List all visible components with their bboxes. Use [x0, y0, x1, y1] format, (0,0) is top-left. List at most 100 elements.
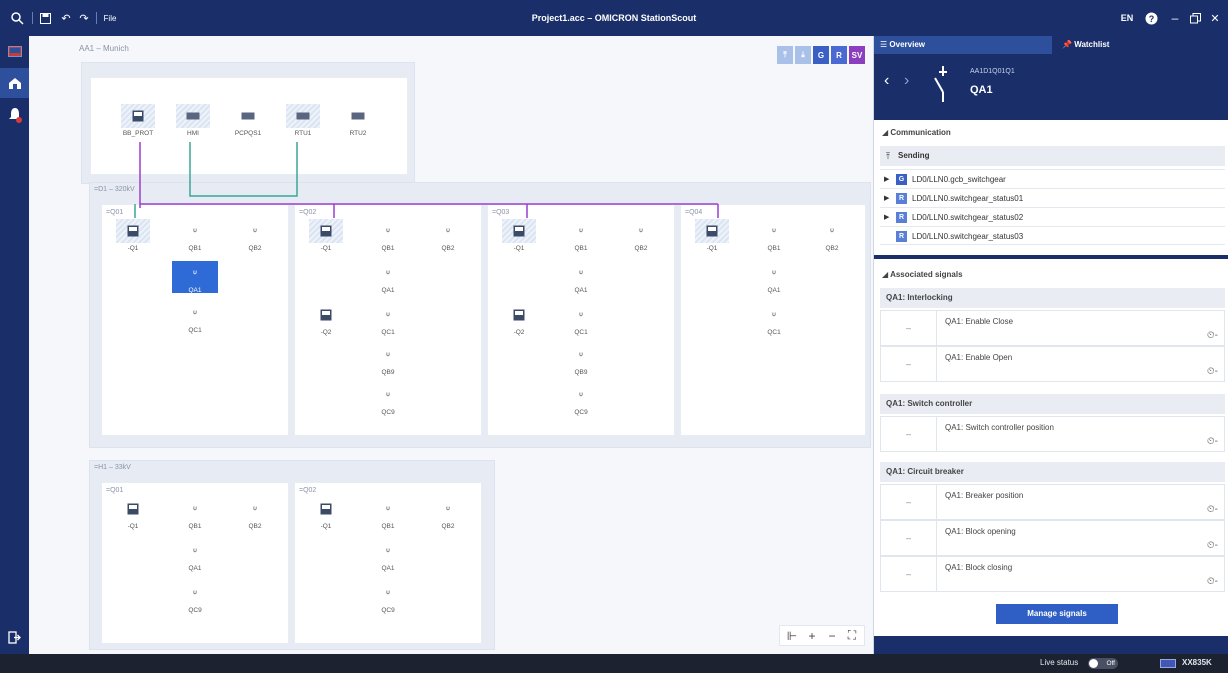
expand-icon[interactable]: ▶ — [884, 189, 889, 208]
communication-section-toggle[interactable]: ◢ Communication — [882, 128, 951, 137]
send-item-name: LD0/LLN0.switchgear_status01 — [912, 194, 1024, 203]
ied-q1[interactable]: -Q1 — [309, 219, 343, 252]
device-rtu1[interactable]: RTU1 — [286, 104, 320, 137]
expand-icon[interactable]: ▶ — [884, 170, 889, 189]
manage-signals-button[interactable]: Manage signals — [996, 604, 1118, 624]
fit-width-icon[interactable]: ⊩ — [784, 629, 800, 643]
category-header: QA1: Circuit breaker — [880, 462, 1225, 482]
clock-icon[interactable]: ⏲- — [1207, 540, 1218, 551]
switch-qb1[interactable]: ⍦ QB1 — [178, 497, 212, 530]
switch-qb1[interactable]: ⍦ QB1 — [757, 219, 791, 252]
tab-watchlist[interactable]: 📌 Watchlist — [1052, 36, 1228, 54]
signal-row[interactable]: – QA1: Enable Close ⏲- — [880, 310, 1225, 346]
ied-q1[interactable]: -Q1 — [502, 219, 536, 252]
expand-icon[interactable]: ▶ — [884, 208, 889, 227]
device-hmi[interactable]: HMI — [176, 104, 210, 137]
switch-qb2[interactable]: ⍦ QB2 — [238, 497, 272, 530]
signal-row[interactable]: – QA1: Block opening ⏲- — [880, 520, 1225, 556]
earthing-switch-icon: ⍦ — [772, 311, 776, 318]
undo-icon[interactable]: ↶ — [58, 0, 74, 36]
clock-icon[interactable]: ⏲- — [1207, 436, 1218, 447]
zoom-out-button[interactable]: − — [824, 629, 840, 643]
file-menu[interactable]: File — [100, 0, 120, 36]
sampled-values-filter-button[interactable]: SV — [849, 46, 865, 64]
signal-row[interactable]: – QA1: Switch controller position ⏲- — [880, 416, 1225, 452]
switch-qa1[interactable]: ⍦ QA1 — [757, 261, 791, 294]
switch-qa1-selected[interactable]: ⍦ QA1 — [172, 261, 218, 294]
forward-icon[interactable]: › — [904, 72, 909, 90]
logout-icon[interactable] — [0, 622, 29, 652]
switch-qb9[interactable]: ⍦ QB9 — [371, 343, 405, 376]
back-icon[interactable]: ‹ — [884, 72, 889, 90]
tab-overview[interactable]: ☰ Overview — [874, 36, 1052, 54]
switch-qb1[interactable]: ⍦ QB1 — [178, 219, 212, 252]
device-view-icon[interactable] — [0, 36, 29, 66]
switch-qb9[interactable]: ⍦ QB9 — [564, 343, 598, 376]
switch-qa1[interactable]: ⍦ QA1 — [564, 261, 598, 294]
title-bar: Project1.acc – OMICRON StationScout ↶ ↷ … — [0, 0, 1228, 36]
app-logo-icon[interactable] — [6, 0, 28, 36]
switch-qb2[interactable]: ⍦ QB2 — [624, 219, 658, 252]
switch-qb1[interactable]: ⍦ QB1 — [564, 219, 598, 252]
switch-qc9[interactable]: ⍦ QC9 — [371, 581, 405, 614]
fit-screen-icon[interactable]: ⛶ — [844, 628, 860, 643]
notification-bell-icon[interactable] — [0, 100, 29, 130]
ied-q1[interactable]: -Q1 — [116, 497, 150, 530]
close-icon[interactable]: ✕ — [1206, 0, 1224, 36]
switch-qb2[interactable]: ⍦ QB2 — [431, 497, 465, 530]
switch-qc9[interactable]: ⍦ QC9 — [371, 383, 405, 416]
import-icon[interactable]: ⤓ — [795, 46, 811, 64]
zoom-in-button[interactable]: + — [804, 629, 820, 643]
switch-qa1[interactable]: ⍦ QA1 — [371, 261, 405, 294]
send-item[interactable]: ▶ R LD0/LLN0.switchgear_status01 — [880, 188, 1225, 207]
device-label: -Q2 — [513, 329, 525, 336]
ied-q1[interactable]: -Q1 — [309, 497, 343, 530]
single-line-diagram-canvas[interactable]: AA1 – Munich ⤒ ⤓ G R SV BB_PROT HMI PCPQ… — [29, 36, 873, 654]
device-bb-prot[interactable]: BB_PROT — [121, 104, 155, 137]
live-status-toggle[interactable]: Off — [1088, 658, 1118, 669]
switch-qa1[interactable]: ⍦ QA1 — [178, 539, 212, 572]
signal-row[interactable]: – QA1: Breaker position ⏲- — [880, 484, 1225, 520]
switch-qb1[interactable]: ⍦ QB1 — [371, 219, 405, 252]
send-item[interactable]: ▶ G LD0/LLN0.gcb_switchgear — [880, 169, 1225, 188]
ied-q2[interactable]: -Q2 — [502, 303, 536, 336]
switch-qc1[interactable]: ⍦ QC1 — [178, 301, 212, 334]
signal-value: – — [881, 417, 937, 451]
goose-filter-button[interactable]: G — [813, 46, 829, 64]
associated-signals-toggle[interactable]: ◢ Associated signals — [882, 270, 963, 279]
clock-icon[interactable]: ⏲- — [1207, 366, 1218, 377]
report-filter-button[interactable]: R — [831, 46, 847, 64]
signal-row[interactable]: – QA1: Block closing ⏲- — [880, 556, 1225, 592]
clock-icon[interactable]: ⏲- — [1207, 504, 1218, 515]
switch-qb1[interactable]: ⍦ QB1 — [371, 497, 405, 530]
switch-qc9[interactable]: ⍦ QC9 — [178, 581, 212, 614]
switch-qb2[interactable]: ⍦ QB2 — [431, 219, 465, 252]
substation-view-icon[interactable] — [0, 68, 29, 98]
ied-q2[interactable]: -Q2 — [309, 303, 343, 336]
restore-icon[interactable] — [1186, 0, 1204, 36]
export-icon[interactable]: ⤒ — [777, 46, 793, 64]
switch-qb2[interactable]: ⍦ QB2 — [815, 219, 849, 252]
language-selector[interactable]: EN — [1118, 0, 1136, 36]
signal-row[interactable]: – QA1: Enable Open ⏲- — [880, 346, 1225, 382]
switch-qb2[interactable]: ⍦ QB2 — [238, 219, 272, 252]
device-pcpqs1[interactable]: PCPQS1 — [231, 104, 265, 137]
send-item[interactable]: ▶ R LD0/LLN0.switchgear_status02 — [880, 207, 1225, 226]
clock-icon[interactable]: ⏲- — [1207, 330, 1218, 341]
ied-q1[interactable]: -Q1 — [116, 219, 150, 252]
switch-qa1[interactable]: ⍦ QA1 — [371, 539, 405, 572]
redo-icon[interactable]: ↷ — [76, 0, 92, 36]
switch-qc1[interactable]: ⍦ QC1 — [757, 303, 791, 336]
switch-qc9[interactable]: ⍦ QC9 — [564, 383, 598, 416]
device-label: QA1 — [767, 287, 781, 294]
switch-qc1[interactable]: ⍦ QC1 — [564, 303, 598, 336]
device-serial[interactable]: XX835K — [1182, 658, 1212, 667]
minimize-icon[interactable]: – — [1166, 0, 1184, 36]
help-icon[interactable]: ? — [1142, 0, 1160, 36]
device-rtu2[interactable]: RTU2 — [341, 104, 375, 137]
save-icon[interactable] — [36, 0, 54, 36]
ied-q1[interactable]: -Q1 — [695, 219, 729, 252]
clock-icon[interactable]: ⏲- — [1207, 576, 1218, 587]
send-item[interactable]: R LD0/LLN0.switchgear_status03 — [880, 226, 1225, 245]
switch-qc1[interactable]: ⍦ QC1 — [371, 303, 405, 336]
